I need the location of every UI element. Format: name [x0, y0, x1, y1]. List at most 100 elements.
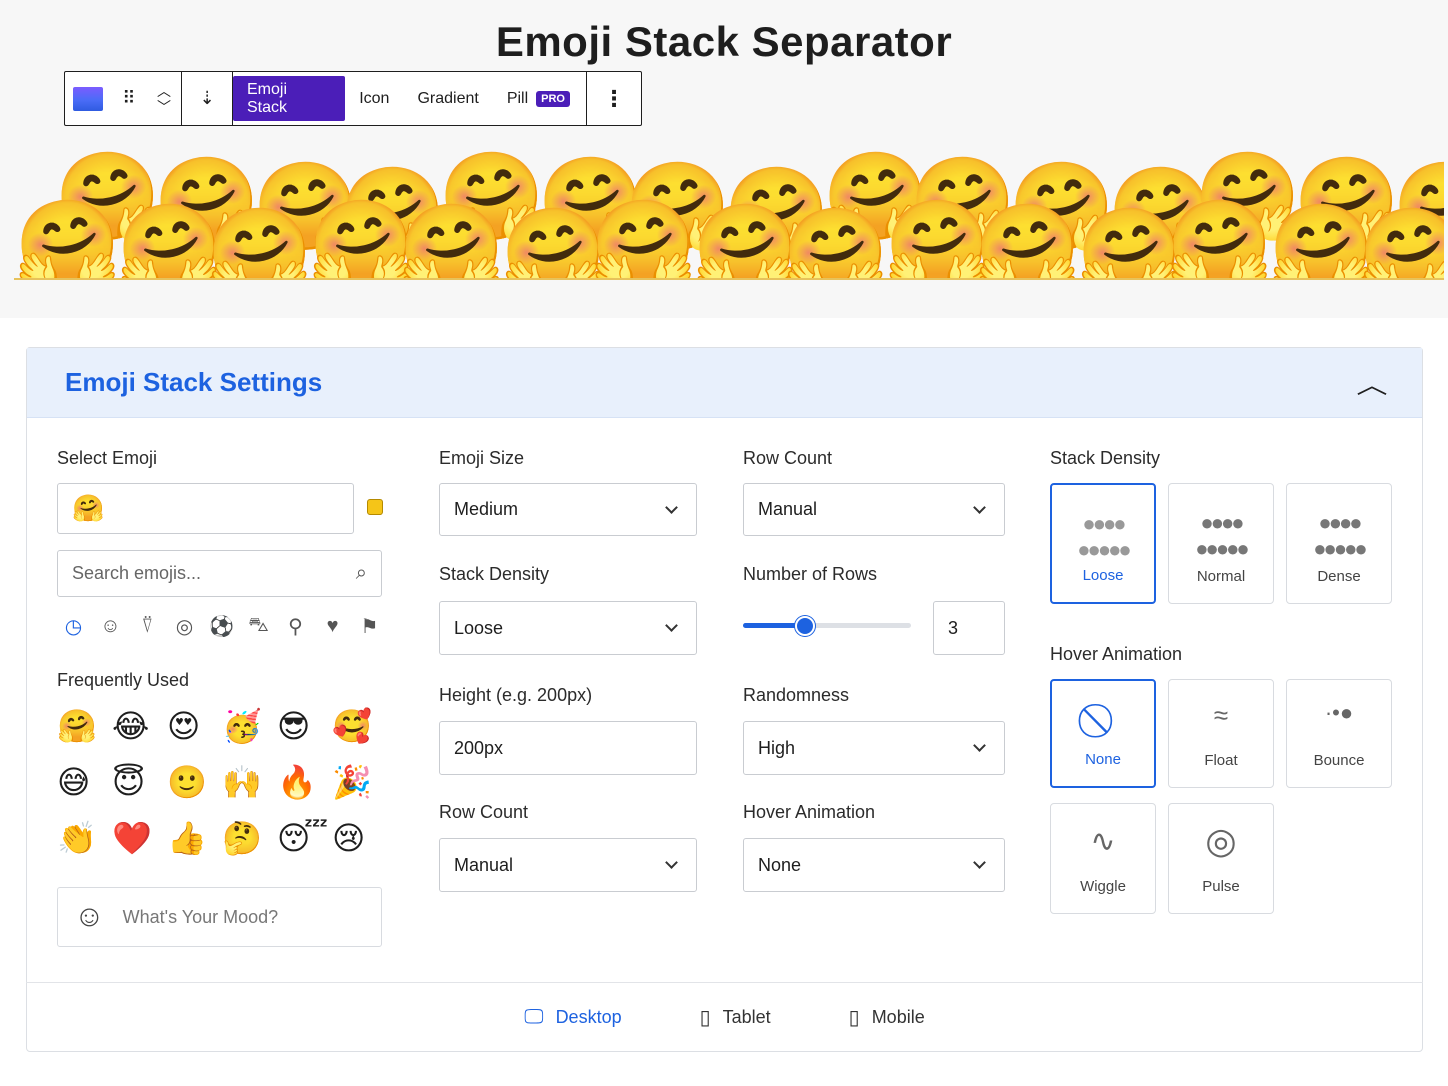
stack-emoji: 🤗: [206, 203, 314, 280]
frequent-emoji[interactable]: 🙂: [167, 758, 222, 814]
activity-icon[interactable]: ⚽: [209, 614, 234, 639]
dense-dots-icon: ●●●● ●●●●●: [1313, 510, 1367, 561]
device-tablet[interactable]: ▯ Tablet: [700, 1005, 771, 1030]
pulse-rings-icon: ◎: [1205, 820, 1237, 861]
animation-option-none-label: None: [1085, 751, 1121, 768]
mood-field[interactable]: ☺ What's Your Mood?: [57, 887, 382, 947]
settings-panel-title: Emoji Stack Settings: [65, 367, 323, 397]
objects-icon[interactable]: ⚲: [283, 614, 308, 639]
frequent-emoji[interactable]: 😇: [112, 758, 167, 814]
tablet-icon: ▯: [699, 1007, 711, 1029]
block-toolbar: ⠿ ︿ ﹀ ⇣ Emoji Stack Icon Gradient Pill P…: [64, 71, 642, 126]
density-option-normal-label: Normal: [1196, 568, 1246, 585]
emoji-search-field[interactable]: Search emojis... ⌕: [57, 550, 382, 597]
density-option-loose[interactable]: ●●●● ●●●●● Loose: [1050, 483, 1156, 604]
frequent-emoji[interactable]: 🥰: [332, 702, 387, 758]
stack-emoji: 🤗: [1166, 195, 1274, 280]
drag-handle-icon[interactable]: ⠿: [111, 72, 147, 125]
row-count-right-select[interactable]: Manual: [743, 483, 1005, 536]
loose-dots-icon: ●●●● ●●●●●: [1077, 511, 1131, 562]
collapse-chevron-icon[interactable]: ︿: [1356, 365, 1387, 400]
animation-option-float[interactable]: ≈ Float: [1168, 679, 1274, 788]
device-desktop-label: Desktop: [555, 1007, 622, 1027]
animals-icon[interactable]: ⍢: [135, 614, 160, 639]
normal-dots-icon: ●●●● ●●●●●: [1195, 510, 1249, 561]
stack-density-select[interactable]: Loose: [439, 601, 697, 655]
animation-option-wiggle[interactable]: ∿ Wiggle: [1050, 803, 1156, 914]
stack-density-options-label: Stack Density: [1050, 448, 1161, 468]
frequent-emoji[interactable]: 🤗: [57, 702, 112, 758]
frequent-emoji[interactable]: 😢: [332, 814, 387, 870]
more-options-icon[interactable]: ⋮: [587, 86, 641, 112]
device-mobile[interactable]: ▯ Mobile: [849, 1005, 925, 1030]
animation-option-pulse[interactable]: ◎ Pulse: [1168, 803, 1274, 914]
randomness-select[interactable]: High: [743, 721, 1005, 775]
randomness-label: Randomness: [743, 685, 850, 705]
frequent-emoji[interactable]: 🎉: [332, 758, 387, 814]
density-option-dense-label: Dense: [1317, 568, 1361, 585]
none-icon: ⃠: [1052, 701, 1154, 740]
move-up-icon[interactable]: ︿: [157, 83, 171, 99]
symbols-icon[interactable]: ♥: [320, 614, 345, 639]
density-option-normal[interactable]: ●●●● ●●●●● Normal: [1168, 483, 1274, 604]
animation-option-bounce-label: Bounce: [1313, 752, 1365, 769]
tab-icon[interactable]: Icon: [345, 72, 403, 125]
number-of-rows-input[interactable]: 3: [933, 601, 1005, 655]
block-mover: ︿ ﹀: [147, 83, 181, 115]
frequent-emoji[interactable]: 🔥: [277, 758, 332, 814]
tab-pill[interactable]: Pill PRO: [493, 72, 586, 125]
animation-option-bounce[interactable]: ·•● Bounce: [1286, 679, 1392, 788]
align-icon[interactable]: ⇣: [182, 72, 232, 125]
frequent-emoji[interactable]: 😍: [167, 702, 222, 758]
device-switcher: 🖵 Desktop ▯ Tablet ▯ Mobile: [26, 982, 1423, 1052]
stack-density-value: Loose: [454, 617, 504, 638]
frequent-emoji[interactable]: ❤️: [112, 814, 167, 870]
selected-emoji-field[interactable]: 🤗: [57, 483, 354, 534]
stack-emoji: 🤗: [782, 203, 890, 280]
emoji-color-swatch[interactable]: [367, 499, 383, 515]
hover-animation-options-label: Hover Animation: [1050, 644, 1183, 664]
travel-icon[interactable]: ⛍: [246, 614, 271, 639]
frequent-emoji[interactable]: 👏: [57, 814, 112, 870]
toolbar-block-group: ⠿ ︿ ﹀: [65, 72, 182, 125]
mobile-icon: ▯: [848, 1007, 860, 1029]
frequent-emoji[interactable]: 🥳: [222, 702, 277, 758]
smileys-icon[interactable]: ☺: [98, 614, 123, 639]
row-count-label: Row Count: [439, 802, 529, 822]
frequent-emoji[interactable]: 🤔: [222, 814, 277, 870]
row-count-value: Manual: [454, 854, 514, 875]
density-option-dense[interactable]: ●●●● ●●●●● Dense: [1286, 483, 1392, 604]
frequent-emoji[interactable]: 😂: [112, 702, 167, 758]
frequent-emoji[interactable]: 👍: [167, 814, 222, 870]
row-count-right-label: Row Count: [743, 448, 833, 468]
frequent-emoji[interactable]: 😎: [277, 702, 332, 758]
hover-animation-select[interactable]: None: [743, 838, 1005, 892]
food-icon[interactable]: ◎: [172, 614, 197, 639]
frequent-emoji[interactable]: 😅: [57, 758, 112, 814]
hover-animation-select-label: Hover Animation: [743, 802, 876, 822]
chevron-down-icon: [973, 856, 986, 869]
recent-icon[interactable]: ◷: [61, 614, 86, 639]
emoji-size-select[interactable]: Medium: [439, 483, 697, 536]
chevron-down-icon: [665, 619, 678, 632]
rows-slider-thumb[interactable]: [795, 616, 815, 636]
frequent-emoji[interactable]: 🙌: [222, 758, 277, 814]
move-down-icon[interactable]: ﹀: [157, 99, 171, 115]
frequent-emoji[interactable]: 😴: [277, 814, 332, 870]
block-type-button[interactable]: [65, 72, 111, 125]
height-input[interactable]: 200px: [439, 721, 697, 775]
page-title: Emoji Stack Separator: [495, 18, 953, 65]
settings-panel-header[interactable]: Emoji Stack Settings ︿: [27, 348, 1422, 418]
randomness-value: High: [758, 737, 796, 758]
tab-gradient[interactable]: Gradient: [403, 72, 492, 125]
tab-emoji-stack[interactable]: Emoji Stack: [233, 76, 346, 121]
chevron-down-icon: [973, 739, 986, 752]
row-count-select[interactable]: Manual: [439, 838, 697, 892]
animation-option-none[interactable]: ⃠ None: [1050, 679, 1156, 788]
stack-emoji: 🤗: [14, 195, 122, 280]
animation-option-float-label: Float: [1204, 752, 1238, 769]
smiley-icon: ☺: [74, 900, 105, 933]
select-emoji-label: Select Emoji: [57, 448, 158, 468]
device-desktop[interactable]: 🖵 Desktop: [524, 1006, 621, 1029]
flags-icon[interactable]: ⚑: [357, 614, 382, 639]
